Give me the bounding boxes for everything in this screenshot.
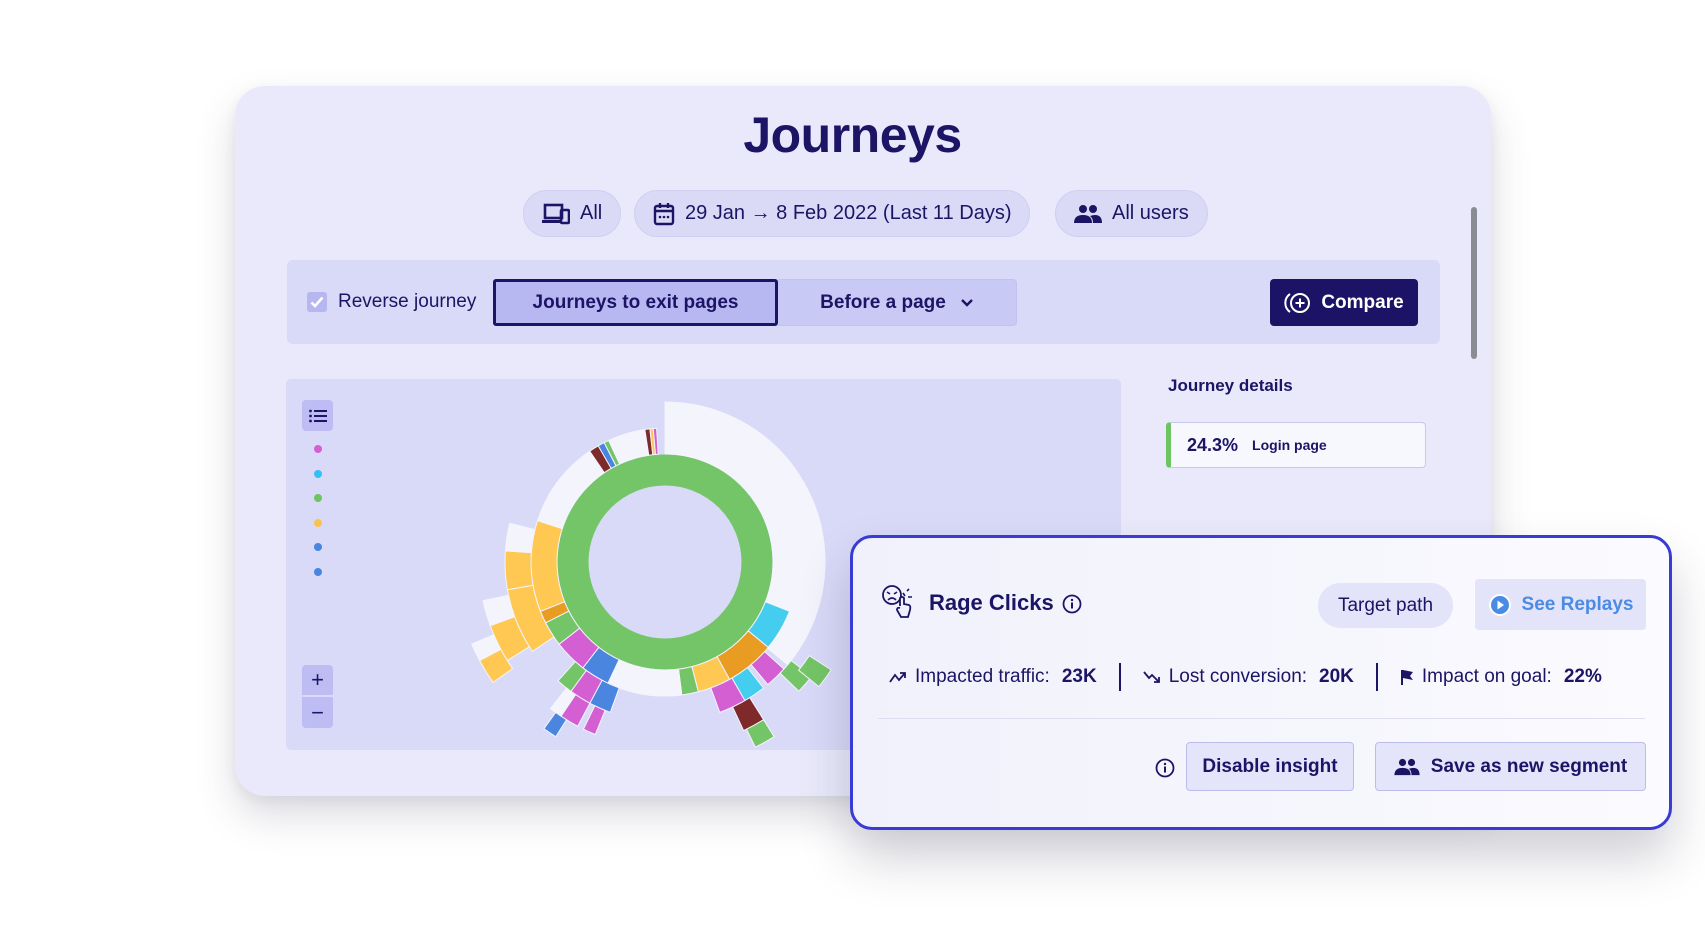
flag-icon [1400,670,1413,685]
impact-on-goal-metric: Impact on goal: 22% [1400,666,1602,688]
insight-title: Rage Clicks [929,590,1054,615]
card-divider [878,718,1645,719]
compare-button[interactable]: Compare [1270,279,1418,326]
device-filter[interactable]: All [523,190,622,237]
reverse-journey-checkbox[interactable] [307,292,327,312]
metric-divider [1118,663,1121,691]
users-icon [1074,204,1102,223]
devices-icon [542,203,570,224]
play-icon [1488,593,1511,616]
users-icon [1394,758,1420,775]
vertical-scrollbar[interactable] [1471,207,1477,359]
date-filter-label: 29 Jan → 8 Feb 2022 (Last 11 Days) [685,202,1012,224]
impacted-traffic-label: Impacted traffic: [915,666,1050,687]
users-filter-label: All users [1112,202,1189,224]
zoom-out-button[interactable]: − [302,697,333,728]
rage-clicks-insight-card: Rage Clicks Target path See Replays Impa… [850,535,1672,830]
trend-down-icon [1142,671,1160,683]
journey-detail-percent: 24.3% [1187,434,1239,455]
see-replays-label: See Replays [1521,593,1634,615]
save-segment-label: Save as new segment [1430,755,1628,777]
trend-up-icon [889,672,906,683]
metric-divider [1375,663,1378,691]
sunburst-outer-segment[interactable] [504,550,534,591]
journey-toolbar: Reverse journey Journeys to exit pages B… [287,260,1440,344]
see-replays-button[interactable]: See Replays [1475,579,1646,630]
device-filter-label: All [580,202,603,224]
target-path-button[interactable]: Target path [1318,583,1453,628]
filter-bar: All 29 Jan → 8 Feb 2022 (Last 11 Days) A… [0,190,1705,237]
chevron-down-icon [960,299,973,307]
before-a-page-dropdown[interactable]: Before a page [778,279,1017,326]
impact-on-goal-value: 22% [1563,666,1602,687]
compare-label: Compare [1321,291,1404,313]
users-filter[interactable]: All users [1055,190,1208,237]
before-a-page-label: Before a page [820,291,946,313]
reverse-journey-toggle[interactable]: Reverse journey [307,260,476,344]
disable-insight-button[interactable]: Disable insight [1186,742,1354,791]
lost-conversion-metric: Lost conversion: 20K [1142,666,1354,688]
journey-details-title: Journey details [1168,376,1293,395]
reverse-journey-label: Reverse journey [338,291,477,312]
lost-conversion-label: Lost conversion: [1168,666,1308,687]
journeys-to-exit-pages-tab[interactable]: Journeys to exit pages [493,279,778,326]
checkmark-icon [310,296,324,308]
impacted-traffic-metric: Impacted traffic: 23K [889,666,1097,688]
rage-click-icon [882,585,912,618]
info-icon[interactable] [1062,594,1082,614]
page-title: Journeys [743,107,962,163]
lost-conversion-value: 20K [1319,666,1354,687]
sunburst-root-segment[interactable] [557,454,773,670]
journey-detail-label: Login page [1252,437,1327,453]
journey-detail-item[interactable]: 24.3% Login page [1166,422,1426,468]
sunburst-outer-segment[interactable] [504,522,536,554]
info-icon[interactable] [1155,758,1175,778]
insight-metrics: Impacted traffic: 23K Lost conversion: 2… [889,659,1602,695]
impact-on-goal-label: Impact on goal: [1421,666,1552,687]
save-as-new-segment-button[interactable]: Save as new segment [1375,742,1646,791]
date-filter[interactable]: 29 Jan → 8 Feb 2022 (Last 11 Days) [634,190,1031,237]
zoom-in-button[interactable]: + [302,665,333,696]
impacted-traffic-value: 23K [1061,666,1097,687]
add-compare-icon [1284,292,1311,313]
calendar-icon [653,202,675,225]
